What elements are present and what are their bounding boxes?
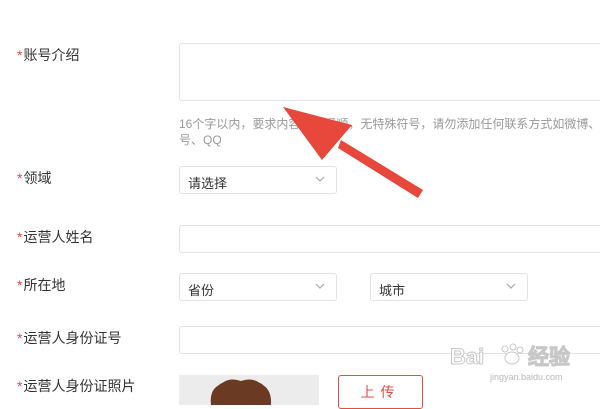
watermark-url: jingyan.baidu.com	[489, 372, 563, 382]
intro-label: *账号介绍	[17, 47, 80, 63]
intro-hint-line1: 16个字以内，要求内容完整通顺，无特殊符号，请勿添加任何联系方式如微博、	[179, 117, 600, 131]
paw-icon	[501, 343, 524, 365]
city-select[interactable]: 城市	[370, 273, 528, 301]
required-mark: *	[17, 47, 23, 63]
baidu-jingyan-watermark: Bai 经验 jingyan.baidu.com	[450, 340, 595, 385]
domain-select-value: 请选择	[188, 176, 228, 191]
id-photo-hair-image	[210, 379, 272, 405]
location-label: *所在地	[17, 277, 66, 293]
chevron-down-icon	[506, 283, 516, 289]
intro-textarea[interactable]	[179, 43, 600, 101]
id-photo-example	[179, 375, 319, 405]
chevron-down-icon	[315, 176, 325, 182]
watermark-brand2: 经验	[528, 345, 570, 369]
operator-id-label: *运营人身份证号	[17, 330, 122, 346]
domain-label: *领域	[17, 170, 52, 186]
operator-photo-label: *运营人身份证照片	[17, 378, 136, 394]
operator-name-label: *运营人姓名	[17, 229, 94, 245]
province-select-value: 省份	[188, 283, 215, 298]
upload-button[interactable]: 上传	[338, 375, 423, 409]
chevron-down-icon	[315, 283, 325, 289]
intro-hint-line2: 号、QQ	[179, 133, 222, 147]
province-select[interactable]: 省份	[179, 273, 337, 301]
domain-select[interactable]: 请选择	[179, 166, 337, 194]
watermark-brand: Bai	[450, 344, 484, 369]
operator-name-input[interactable]	[179, 225, 600, 253]
city-select-value: 城市	[379, 283, 406, 298]
